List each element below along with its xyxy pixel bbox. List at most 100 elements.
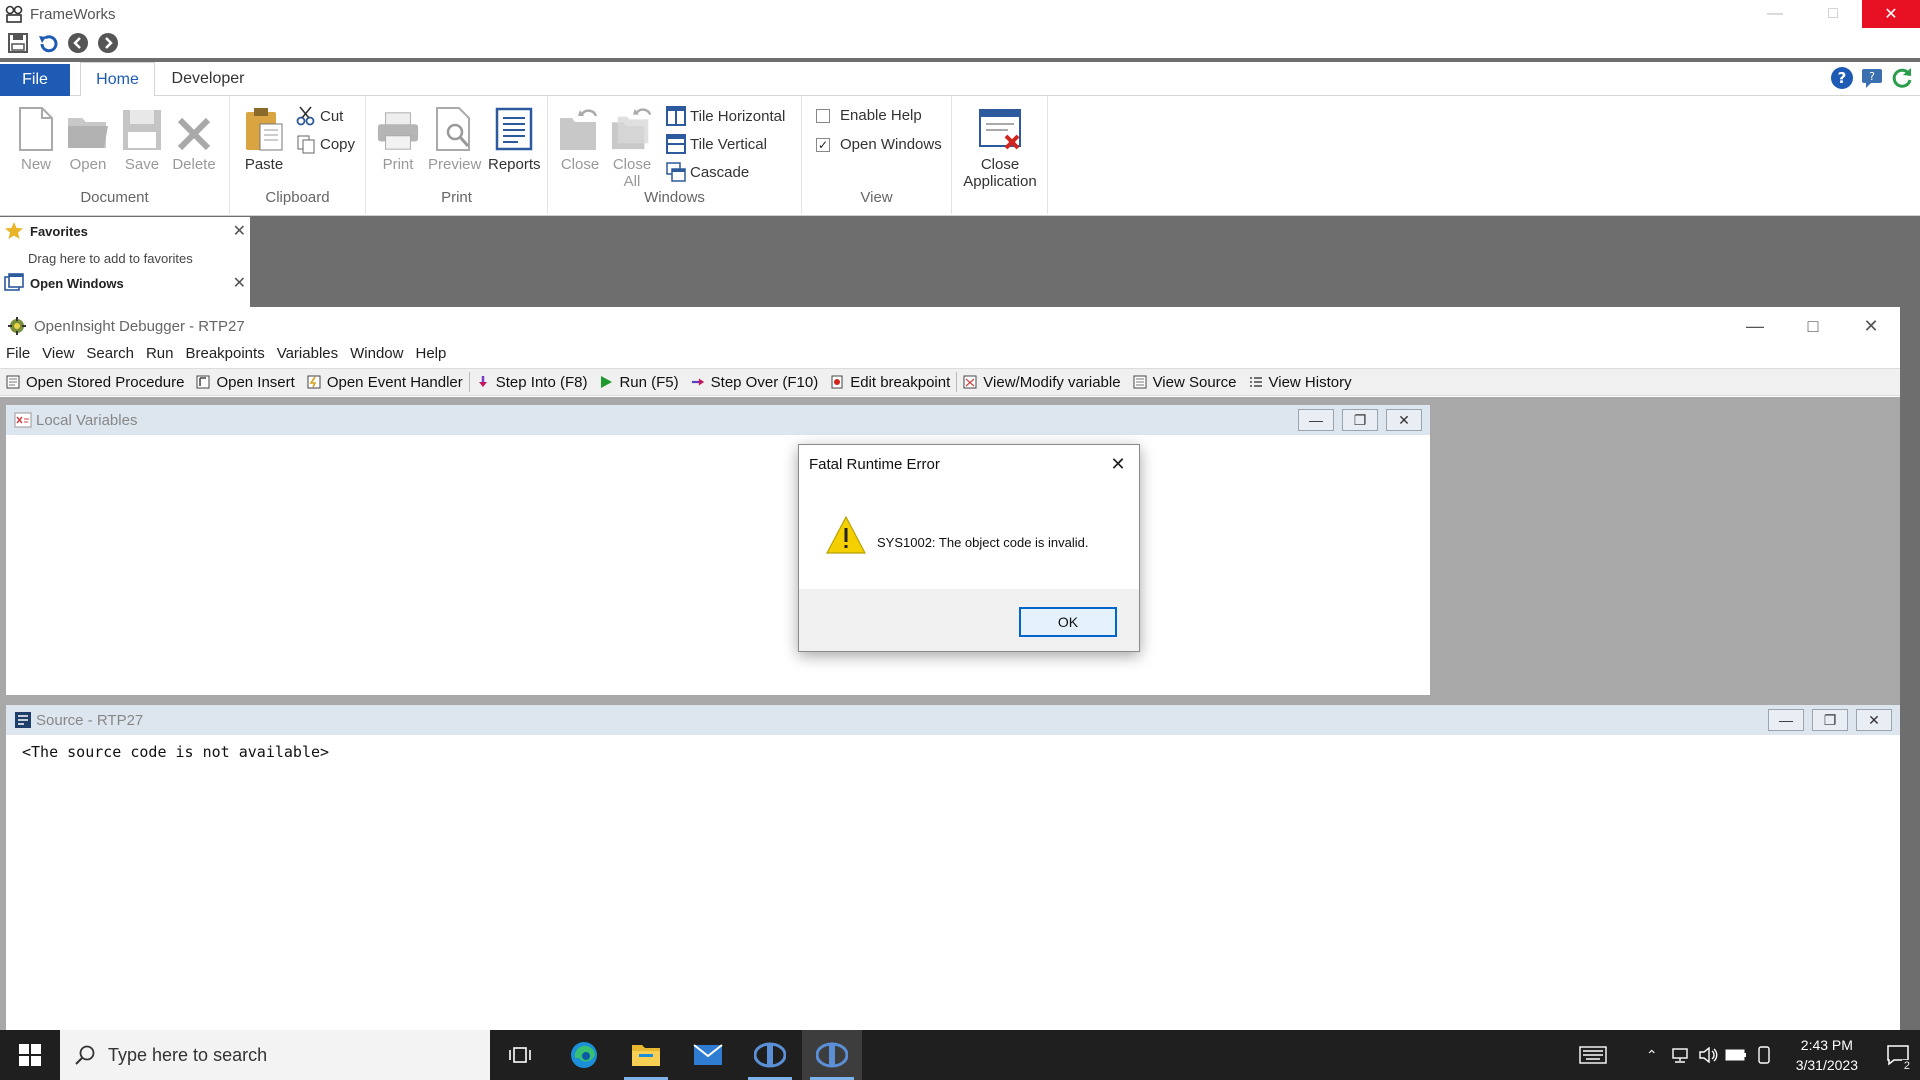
volume-icon[interactable] bbox=[1694, 1030, 1722, 1080]
menu-window[interactable]: Window bbox=[344, 345, 409, 367]
step-over-button[interactable]: Step Over (F10) bbox=[685, 368, 825, 396]
device-icon[interactable] bbox=[1750, 1030, 1778, 1080]
delete-button[interactable]: Delete bbox=[172, 104, 216, 173]
source-icon bbox=[1133, 375, 1147, 389]
menu-run[interactable]: Run bbox=[140, 345, 180, 367]
forward-icon[interactable] bbox=[96, 31, 120, 55]
taskbar-clock[interactable]: 2:43 PM 3/31/2023 bbox=[1796, 1035, 1858, 1075]
view-source-label: View Source bbox=[1152, 373, 1237, 391]
edit-breakpoint-button[interactable]: Edit breakpoint bbox=[824, 368, 956, 396]
cascade-button[interactable]: Cascade bbox=[666, 162, 749, 182]
view-history-button[interactable]: View History bbox=[1243, 368, 1358, 396]
taskbar-openinsight-1[interactable] bbox=[740, 1030, 800, 1080]
open-button[interactable]: Open bbox=[66, 104, 110, 173]
open-stored-procedure-label: Open Stored Procedure bbox=[26, 373, 185, 391]
view-modify-variable-button[interactable]: View/Modify variable bbox=[957, 368, 1126, 396]
open-windows-close-icon[interactable]: ✕ bbox=[233, 273, 246, 293]
reports-button[interactable]: Reports bbox=[488, 104, 541, 173]
paste-button[interactable]: Paste bbox=[242, 104, 286, 173]
refresh-icon[interactable] bbox=[1890, 66, 1914, 90]
tab-developer[interactable]: Developer bbox=[163, 62, 253, 96]
menu-variables[interactable]: Variables bbox=[271, 345, 344, 367]
ok-button[interactable]: OK bbox=[1019, 607, 1117, 637]
group-print: Print Preview Reports Print bbox=[366, 96, 548, 214]
copy-button[interactable]: Copy bbox=[296, 134, 355, 154]
keyboard-layout-icon[interactable] bbox=[1568, 1030, 1618, 1080]
breakpoint-icon bbox=[830, 375, 844, 389]
print-button[interactable]: Print bbox=[376, 104, 420, 173]
taskbar-file-explorer[interactable] bbox=[616, 1030, 676, 1080]
menu-help[interactable]: Help bbox=[409, 345, 452, 367]
save-icon[interactable] bbox=[6, 31, 30, 55]
warning-icon bbox=[826, 515, 866, 554]
open-windows-checkbox[interactable]: ✓ Open Windows bbox=[816, 136, 942, 153]
enable-help-checkbox[interactable]: Enable Help bbox=[816, 107, 922, 124]
battery-icon[interactable] bbox=[1722, 1030, 1750, 1080]
debugger-close-button[interactable]: ✕ bbox=[1842, 307, 1900, 345]
local-variables-restore-button[interactable]: ❐ bbox=[1342, 409, 1378, 431]
dialog-title: Fatal Runtime Error bbox=[809, 456, 940, 473]
tab-file[interactable]: File bbox=[0, 64, 70, 96]
local-variables-titlebar[interactable]: Local Variables — ❐ ✕ bbox=[6, 405, 1430, 435]
favorites-close-icon[interactable]: ✕ bbox=[233, 221, 246, 241]
close-button[interactable]: ✕ bbox=[1862, 0, 1920, 28]
maximize-button[interactable]: □ bbox=[1804, 0, 1862, 28]
source-close-button[interactable]: ✕ bbox=[1856, 709, 1892, 731]
source-minimize-button[interactable]: — bbox=[1768, 709, 1804, 731]
menu-search[interactable]: Search bbox=[80, 345, 140, 367]
step-into-button[interactable]: Step Into (F8) bbox=[470, 368, 594, 396]
close-window-button[interactable]: Close bbox=[558, 104, 602, 173]
preview-button[interactable]: Preview bbox=[428, 104, 481, 173]
start-button[interactable] bbox=[0, 1030, 60, 1080]
help-icon[interactable]: ? bbox=[1830, 66, 1854, 90]
open-windows-header[interactable]: Open Windows ✕ bbox=[0, 271, 250, 295]
debugger-minimize-button[interactable]: — bbox=[1726, 307, 1784, 345]
fatal-error-dialog: Fatal Runtime Error ✕ SYS1002: The objec… bbox=[798, 444, 1140, 652]
back-icon[interactable] bbox=[66, 31, 90, 55]
network-icon[interactable] bbox=[1666, 1030, 1694, 1080]
minimize-button[interactable]: — bbox=[1746, 0, 1804, 28]
taskbar-mail[interactable] bbox=[678, 1030, 738, 1080]
local-variables-close-button[interactable]: ✕ bbox=[1386, 409, 1422, 431]
support-chat-icon[interactable]: ? bbox=[1860, 66, 1884, 90]
openinsight-icon bbox=[816, 1042, 848, 1068]
insert-icon bbox=[196, 375, 210, 389]
menu-file[interactable]: File bbox=[0, 345, 36, 367]
tab-home[interactable]: Home bbox=[80, 62, 155, 97]
system-tray: ⌃ 2:43 PM 3/31/2023 2 bbox=[1568, 1030, 1920, 1080]
save-button[interactable]: Save bbox=[120, 104, 164, 173]
menu-view[interactable]: View bbox=[36, 345, 80, 367]
tile-vertical-icon bbox=[666, 134, 686, 154]
source-window-controls: — ❐ ✕ bbox=[1768, 709, 1892, 731]
favorites-header[interactable]: Favorites ✕ bbox=[0, 219, 250, 243]
show-hidden-icons-chevron-icon[interactable]: ⌃ bbox=[1638, 1030, 1666, 1080]
enable-help-check[interactable] bbox=[816, 108, 830, 123]
dialog-close-button[interactable]: ✕ bbox=[1107, 453, 1129, 475]
cut-button[interactable]: Cut bbox=[296, 106, 343, 126]
undo-icon[interactable] bbox=[36, 31, 60, 55]
open-event-handler-button[interactable]: Open Event Handler bbox=[301, 368, 469, 396]
open-insert-button[interactable]: Open Insert bbox=[190, 368, 300, 396]
taskbar-edge[interactable] bbox=[554, 1030, 614, 1080]
task-view-button[interactable] bbox=[490, 1030, 550, 1080]
taskbar-search-box[interactable]: Type here to search bbox=[60, 1030, 490, 1080]
notifications-button[interactable]: 2 bbox=[1876, 1030, 1920, 1080]
new-button[interactable]: New bbox=[14, 104, 58, 173]
run-button[interactable]: Run (F5) bbox=[593, 368, 684, 396]
view-source-button[interactable]: View Source bbox=[1127, 368, 1243, 396]
taskbar-openinsight-2[interactable] bbox=[802, 1030, 862, 1080]
close-all-button[interactable]: Close All bbox=[610, 104, 654, 190]
source-titlebar[interactable]: Source - RTP27 — ❐ ✕ bbox=[6, 705, 1900, 735]
debugger-maximize-button[interactable]: □ bbox=[1784, 307, 1842, 345]
tile-horizontal-button[interactable]: Tile Horizontal bbox=[666, 106, 785, 126]
close-application-button[interactable]: Close Application bbox=[960, 104, 1040, 190]
local-variables-minimize-button[interactable]: — bbox=[1298, 409, 1334, 431]
source-restore-button[interactable]: ❐ bbox=[1812, 709, 1848, 731]
open-stored-procedure-button[interactable]: Open Stored Procedure bbox=[0, 368, 190, 396]
menu-breakpoints[interactable]: Breakpoints bbox=[179, 345, 270, 367]
step-over-label: Step Over (F10) bbox=[710, 373, 819, 391]
tile-vertical-button[interactable]: Tile Vertical bbox=[666, 134, 767, 154]
view-modify-variable-label: View/Modify variable bbox=[983, 373, 1121, 391]
reports-icon bbox=[492, 104, 536, 152]
open-windows-check[interactable]: ✓ bbox=[816, 137, 830, 152]
